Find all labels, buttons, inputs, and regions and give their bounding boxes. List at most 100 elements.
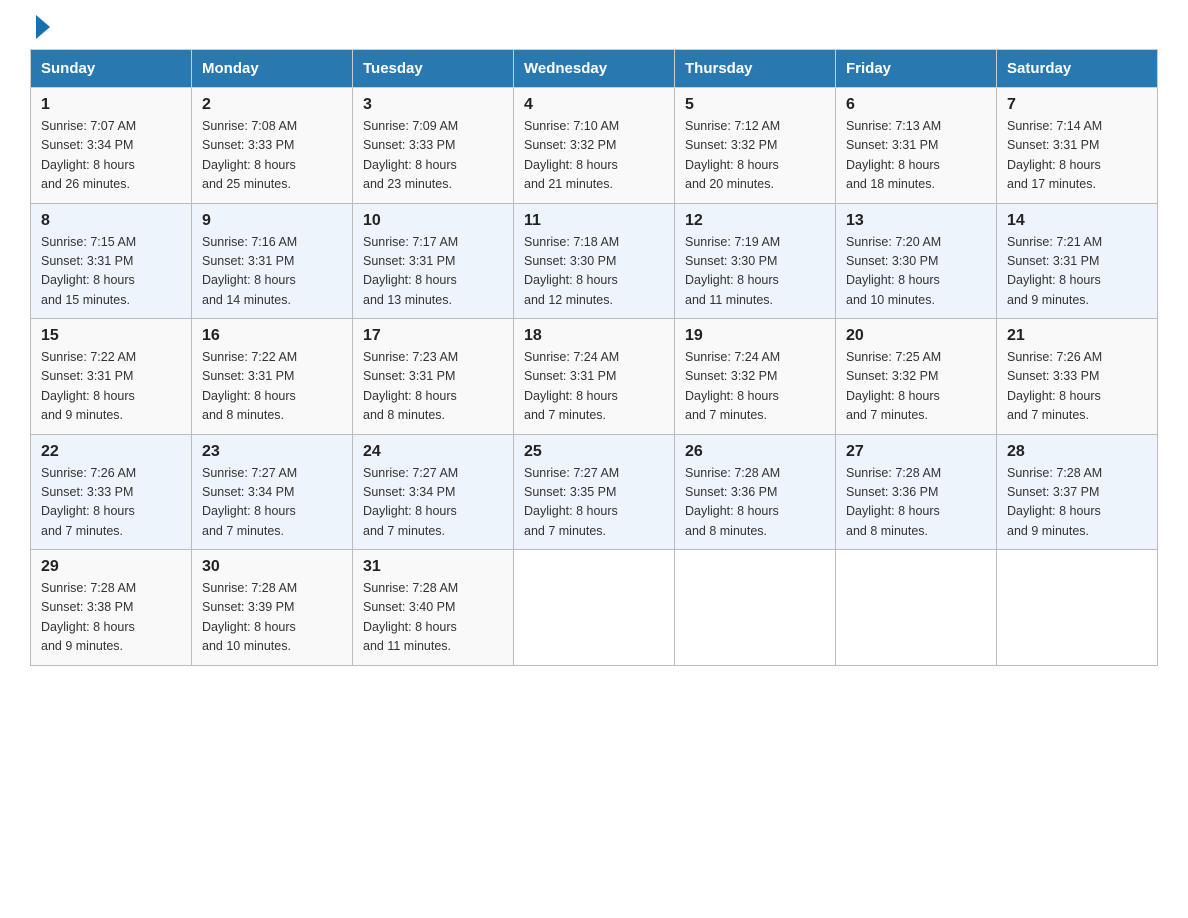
day-number: 3 — [363, 96, 503, 114]
calendar-cell: 14 Sunrise: 7:21 AMSunset: 3:31 PMDayligh… — [997, 203, 1158, 319]
day-number: 19 — [685, 327, 825, 345]
calendar-week-row: 15 Sunrise: 7:22 AMSunset: 3:31 PMDayligh… — [31, 319, 1158, 435]
calendar-cell: 26Sunrise: 7:28 AMSunset: 3:36 PMDayligh… — [675, 434, 836, 550]
day-info: Sunrise: 7:17 AMSunset: 3:31 PMDaylight:… — [363, 235, 458, 307]
day-number: 5 — [685, 96, 825, 114]
weekday-header-friday: Friday — [836, 50, 997, 88]
day-number: 18 — [524, 327, 664, 345]
day-info: Sunrise: 7:24 AMSunset: 3:31 PMDaylight:… — [524, 350, 619, 422]
calendar-cell: 12 Sunrise: 7:19 AMSunset: 3:30 PMDayligh… — [675, 203, 836, 319]
calendar-cell: 29 Sunrise: 7:28 AMSunset: 3:38 PMDayligh… — [31, 550, 192, 666]
day-number: 23 — [202, 443, 342, 461]
calendar-week-row: 8 Sunrise: 7:15 AMSunset: 3:31 PMDaylight… — [31, 203, 1158, 319]
calendar-week-row: 22 Sunrise: 7:26 AMSunset: 3:33 PMDayligh… — [31, 434, 1158, 550]
day-number: 9 — [202, 212, 342, 230]
day-number: 24 — [363, 443, 503, 461]
day-info: Sunrise: 7:20 AMSunset: 3:30 PMDaylight:… — [846, 235, 941, 307]
calendar-cell: 10 Sunrise: 7:17 AMSunset: 3:31 PMDayligh… — [353, 203, 514, 319]
day-info: Sunrise: 7:28 AMSunset: 3:40 PMDaylight:… — [363, 581, 458, 653]
day-info: Sunrise: 7:27 AMSunset: 3:35 PMDaylight:… — [524, 466, 619, 538]
calendar-cell — [675, 550, 836, 666]
day-info: Sunrise: 7:28 AMSunset: 3:38 PMDaylight:… — [41, 581, 136, 653]
day-number: 22 — [41, 443, 181, 461]
calendar-cell: 23 Sunrise: 7:27 AMSunset: 3:34 PMDayligh… — [192, 434, 353, 550]
day-info: Sunrise: 7:28 AMSunset: 3:37 PMDaylight:… — [1007, 466, 1102, 538]
day-number: 30 — [202, 558, 342, 576]
day-number: 1 — [41, 96, 181, 114]
day-number: 4 — [524, 96, 664, 114]
weekday-header-tuesday: Tuesday — [353, 50, 514, 88]
day-number: 21 — [1007, 327, 1147, 345]
day-number: 13 — [846, 212, 986, 230]
day-info: Sunrise: 7:10 AMSunset: 3:32 PMDaylight:… — [524, 119, 619, 191]
calendar-table: SundayMondayTuesdayWednesdayThursdayFrid… — [30, 49, 1158, 666]
day-number: 20 — [846, 327, 986, 345]
calendar-cell: 20 Sunrise: 7:25 AMSunset: 3:32 PMDayligh… — [836, 319, 997, 435]
calendar-cell: 17 Sunrise: 7:23 AMSunset: 3:31 PMDayligh… — [353, 319, 514, 435]
calendar-cell: 28 Sunrise: 7:28 AMSunset: 3:37 PMDayligh… — [997, 434, 1158, 550]
calendar-cell — [997, 550, 1158, 666]
calendar-cell: 11 Sunrise: 7:18 AMSunset: 3:30 PMDayligh… — [514, 203, 675, 319]
weekday-header-wednesday: Wednesday — [514, 50, 675, 88]
calendar-cell: 24 Sunrise: 7:27 AMSunset: 3:34 PMDayligh… — [353, 434, 514, 550]
day-info: Sunrise: 7:23 AMSunset: 3:31 PMDaylight:… — [363, 350, 458, 422]
logo — [30, 25, 50, 39]
weekday-header-monday: Monday — [192, 50, 353, 88]
calendar-cell: 30Sunrise: 7:28 AMSunset: 3:39 PMDayligh… — [192, 550, 353, 666]
weekday-header-row: SundayMondayTuesdayWednesdayThursdayFrid… — [31, 50, 1158, 88]
day-number: 12 — [685, 212, 825, 230]
day-number: 15 — [41, 327, 181, 345]
day-info: Sunrise: 7:27 AMSunset: 3:34 PMDaylight:… — [363, 466, 458, 538]
day-number: 6 — [846, 96, 986, 114]
day-info: Sunrise: 7:22 AMSunset: 3:31 PMDaylight:… — [41, 350, 136, 422]
calendar-cell: 31 Sunrise: 7:28 AMSunset: 3:40 PMDayligh… — [353, 550, 514, 666]
day-info: Sunrise: 7:26 AMSunset: 3:33 PMDaylight:… — [1007, 350, 1102, 422]
calendar-cell: 13 Sunrise: 7:20 AMSunset: 3:30 PMDayligh… — [836, 203, 997, 319]
weekday-header-saturday: Saturday — [997, 50, 1158, 88]
day-info: Sunrise: 7:21 AMSunset: 3:31 PMDaylight:… — [1007, 235, 1102, 307]
day-info: Sunrise: 7:13 AMSunset: 3:31 PMDaylight:… — [846, 119, 941, 191]
day-info: Sunrise: 7:28 AMSunset: 3:36 PMDaylight:… — [685, 466, 780, 538]
calendar-cell: 1Sunrise: 7:07 AMSunset: 3:34 PMDaylight… — [31, 88, 192, 204]
calendar-cell: 15 Sunrise: 7:22 AMSunset: 3:31 PMDayligh… — [31, 319, 192, 435]
day-info: Sunrise: 7:09 AMSunset: 3:33 PMDaylight:… — [363, 119, 458, 191]
page-header — [30, 20, 1158, 39]
day-number: 17 — [363, 327, 503, 345]
day-number: 8 — [41, 212, 181, 230]
day-number: 11 — [524, 212, 664, 230]
day-number: 25 — [524, 443, 664, 461]
day-info: Sunrise: 7:12 AMSunset: 3:32 PMDaylight:… — [685, 119, 780, 191]
day-info: Sunrise: 7:26 AMSunset: 3:33 PMDaylight:… — [41, 466, 136, 538]
calendar-week-row: 29 Sunrise: 7:28 AMSunset: 3:38 PMDayligh… — [31, 550, 1158, 666]
day-number: 7 — [1007, 96, 1147, 114]
calendar-cell: 7Sunrise: 7:14 AMSunset: 3:31 PMDaylight… — [997, 88, 1158, 204]
day-info: Sunrise: 7:27 AMSunset: 3:34 PMDaylight:… — [202, 466, 297, 538]
day-number: 29 — [41, 558, 181, 576]
day-number: 10 — [363, 212, 503, 230]
calendar-cell: 9 Sunrise: 7:16 AMSunset: 3:31 PMDaylight… — [192, 203, 353, 319]
day-number: 28 — [1007, 443, 1147, 461]
calendar-cell — [836, 550, 997, 666]
logo-triangle-icon — [36, 15, 50, 39]
day-number: 27 — [846, 443, 986, 461]
day-number: 14 — [1007, 212, 1147, 230]
calendar-cell: 4 Sunrise: 7:10 AMSunset: 3:32 PMDaylight… — [514, 88, 675, 204]
day-info: Sunrise: 7:25 AMSunset: 3:32 PMDaylight:… — [846, 350, 941, 422]
calendar-cell: 6 Sunrise: 7:13 AMSunset: 3:31 PMDaylight… — [836, 88, 997, 204]
weekday-header-sunday: Sunday — [31, 50, 192, 88]
calendar-cell: 22 Sunrise: 7:26 AMSunset: 3:33 PMDayligh… — [31, 434, 192, 550]
day-number: 16 — [202, 327, 342, 345]
calendar-cell: 5 Sunrise: 7:12 AMSunset: 3:32 PMDaylight… — [675, 88, 836, 204]
calendar-week-row: 1Sunrise: 7:07 AMSunset: 3:34 PMDaylight… — [31, 88, 1158, 204]
day-number: 31 — [363, 558, 503, 576]
day-info: Sunrise: 7:28 AMSunset: 3:36 PMDaylight:… — [846, 466, 941, 538]
calendar-cell: 27 Sunrise: 7:28 AMSunset: 3:36 PMDayligh… — [836, 434, 997, 550]
day-info: Sunrise: 7:22 AMSunset: 3:31 PMDaylight:… — [202, 350, 297, 422]
calendar-cell: 3 Sunrise: 7:09 AMSunset: 3:33 PMDaylight… — [353, 88, 514, 204]
day-info: Sunrise: 7:08 AMSunset: 3:33 PMDaylight:… — [202, 119, 297, 191]
day-info: Sunrise: 7:18 AMSunset: 3:30 PMDaylight:… — [524, 235, 619, 307]
day-info: Sunrise: 7:16 AMSunset: 3:31 PMDaylight:… — [202, 235, 297, 307]
day-info: Sunrise: 7:19 AMSunset: 3:30 PMDaylight:… — [685, 235, 780, 307]
calendar-cell: 21 Sunrise: 7:26 AMSunset: 3:33 PMDayligh… — [997, 319, 1158, 435]
day-info: Sunrise: 7:15 AMSunset: 3:31 PMDaylight:… — [41, 235, 136, 307]
